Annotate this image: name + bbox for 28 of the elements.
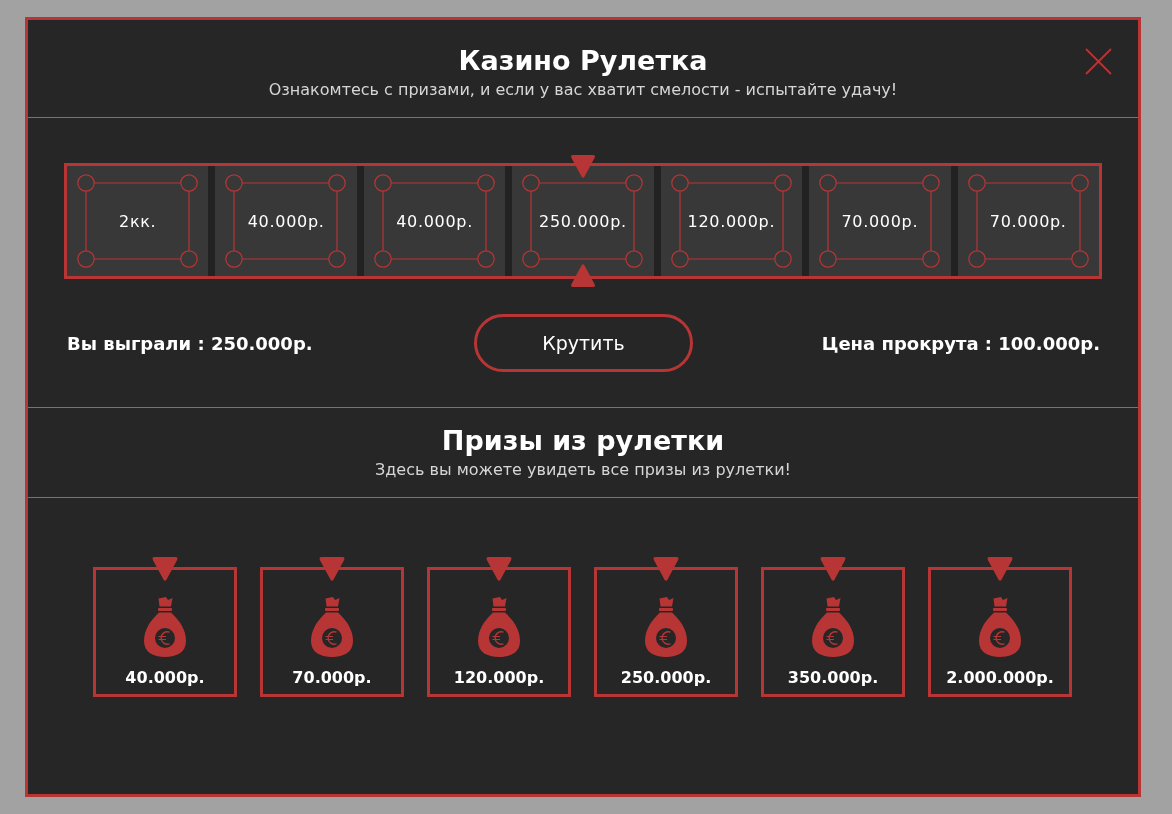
prize-amount: 120.000р. — [453, 668, 545, 688]
money-bag-icon — [144, 597, 186, 657]
close-button[interactable] — [1085, 48, 1112, 75]
prize-amount: 250.000р. — [539, 211, 627, 231]
winnings-text: Вы выграли : 250.000р. — [67, 332, 313, 354]
prize-amount: 70.000р. — [292, 668, 372, 688]
money-bag-icon — [979, 597, 1021, 657]
money-bag-icon — [478, 597, 520, 657]
money-bag-icon — [311, 597, 353, 657]
prize-amount: 120.000р. — [687, 211, 776, 231]
prize-amount: 2кк. — [119, 211, 157, 231]
dialog-title: Казино Рулетка — [458, 44, 708, 78]
close-icon — [1085, 48, 1112, 75]
money-bag-icon — [645, 597, 687, 657]
dialog-subtitle: Ознакомтесь с призами, и если у вас хватит смелости - испытайте удачу! — [268, 80, 898, 100]
prize-amount: 70.000р. — [841, 211, 919, 231]
spin-price-text: Цена прокрута : 100.000р. — [821, 332, 1100, 354]
prize-amount: 40.000р. — [247, 211, 325, 231]
prize-amount: 250.000р. — [620, 668, 712, 688]
prize-amount: 2.000.000р. — [946, 668, 1054, 688]
prize-amount: 40.000р. — [396, 211, 473, 231]
prize-amount: 70.000р. — [989, 211, 1067, 231]
prize-amount: 40.000р. — [125, 668, 205, 688]
money-bag-icon — [812, 597, 854, 657]
spin-button[interactable]: Крутить — [474, 314, 693, 372]
prize-amount: 350.000р. — [787, 668, 879, 688]
section-title: Призы из рулетки — [441, 424, 725, 458]
section-subtitle: Здесь вы можете увидеть все призы из рулетки! — [375, 460, 791, 480]
